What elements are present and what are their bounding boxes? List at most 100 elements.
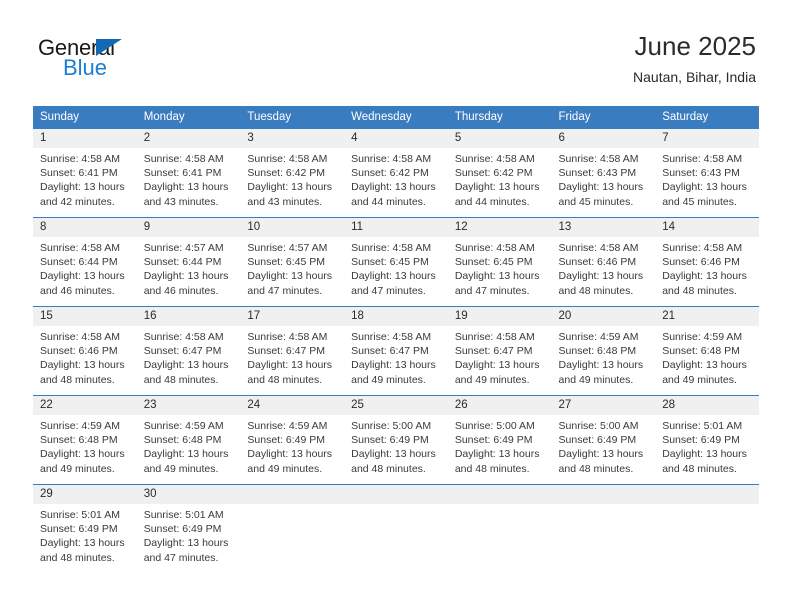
calendar-day-cell[interactable]: 30 Sunrise: 5:01 AM Sunset: 6:49 PM Dayligh… <box>136 484 241 574</box>
calendar-day-cell[interactable]: 24 Sunrise: 4:59 AM Sunset: 6:49 PM Dayligh… <box>240 395 345 485</box>
calendar-day-cell[interactable]: 3 Sunrise: 4:58 AM Sunset: 6:42 PM Daylight… <box>240 128 345 218</box>
calendar-day-cell[interactable]: 10 Sunrise: 4:57 AM Sunset: 6:45 PM Dayligh… <box>240 217 345 307</box>
calendar-day-cell[interactable]: 18 Sunrise: 4:58 AM Sunset: 6:47 PM Dayligh… <box>344 306 448 396</box>
calendar-day-cell[interactable]: 12 Sunrise: 4:58 AM Sunset: 6:45 PM Dayligh… <box>447 217 552 307</box>
daylight-text: Daylight: 13 hours and 49 minutes. <box>454 359 540 386</box>
daylight-text: Daylight: 13 hours and 44 minutes. <box>454 181 540 208</box>
day-number: 18 <box>344 307 448 326</box>
daylight-text: Daylight: 13 hours and 48 minutes. <box>143 359 229 386</box>
sunrise-text: Sunrise: 4:58 AM <box>558 242 639 254</box>
calendar-day-cell[interactable]: 5 Sunrise: 4:58 AM Sunset: 6:42 PM Daylight… <box>447 128 552 218</box>
location-subtitle: Nautan, Bihar, India <box>633 69 756 85</box>
calendar-day-cell[interactable]: 7 Sunrise: 4:58 AM Sunset: 6:43 PM Daylight… <box>655 128 759 218</box>
calendar-body: 1 Sunrise: 4:58 AM Sunset: 6:41 PM Daylight… <box>33 128 759 574</box>
calendar-day-cell[interactable]: 4 Sunrise: 4:58 AM Sunset: 6:42 PM Daylight… <box>344 128 448 218</box>
sunrise-text: Sunrise: 4:58 AM <box>351 153 432 165</box>
calendar-day-cell[interactable]: 20 Sunrise: 4:59 AM Sunset: 6:48 PM Dayligh… <box>551 306 656 396</box>
day-number <box>447 485 552 504</box>
day-number <box>240 485 345 504</box>
title-block: June 2025 Nautan, Bihar, India <box>633 30 756 86</box>
day-number: 4 <box>344 129 448 148</box>
sunset-text: Sunset: 6:41 PM <box>40 167 118 180</box>
day-sun-info: Sunrise: 5:00 AM Sunset: 6:49 PM Daylight:… <box>448 415 552 476</box>
calendar-day-cell[interactable]: 19 Sunrise: 4:58 AM Sunset: 6:47 PM Dayligh… <box>447 306 552 396</box>
daylight-text: Daylight: 13 hours and 48 minutes. <box>40 359 125 386</box>
day-number: 20 <box>551 307 656 326</box>
calendar-day-cell[interactable]: 16 Sunrise: 4:58 AM Sunset: 6:47 PM Dayligh… <box>136 306 241 396</box>
sunset-text: Sunset: 6:47 PM <box>143 345 222 358</box>
calendar-day-cell[interactable]: 13 Sunrise: 4:58 AM Sunset: 6:46 PM Dayligh… <box>551 217 656 307</box>
day-number: 21 <box>655 307 759 326</box>
daylight-text: Daylight: 13 hours and 48 minutes. <box>40 537 125 564</box>
calendar-day-cell[interactable]: 9 Sunrise: 4:57 AM Sunset: 6:44 PM Daylight… <box>136 217 241 307</box>
day-sun-info: Sunrise: 4:58 AM Sunset: 6:42 PM Daylight:… <box>344 148 448 209</box>
sunset-text: Sunset: 6:42 PM <box>351 167 429 180</box>
day-number: 8 <box>33 218 137 237</box>
calendar-day-cell[interactable]: 15 Sunrise: 4:58 AM Sunset: 6:46 PM Dayligh… <box>33 306 137 396</box>
sunset-text: Sunset: 6:47 PM <box>454 345 533 358</box>
sunrise-text: Sunrise: 4:58 AM <box>454 242 535 254</box>
sunset-text: Sunset: 6:49 PM <box>558 434 637 447</box>
day-sun-info: Sunrise: 5:00 AM Sunset: 6:49 PM Daylight:… <box>552 415 656 476</box>
daylight-text: Daylight: 13 hours and 49 minutes. <box>247 448 333 475</box>
sunset-text: Sunset: 6:49 PM <box>454 434 533 447</box>
sunrise-text: Sunrise: 4:58 AM <box>247 153 328 165</box>
sunrise-text: Sunrise: 5:01 AM <box>143 509 224 521</box>
day-sun-info: Sunrise: 4:58 AM Sunset: 6:47 PM Daylight:… <box>240 326 344 387</box>
general-blue-logo[interactable]: General Blue <box>38 36 168 86</box>
day-sun-info: Sunrise: 4:57 AM Sunset: 6:44 PM Daylight:… <box>137 237 241 298</box>
calendar-week-row: 29 Sunrise: 5:01 AM Sunset: 6:49 PM Dayligh… <box>33 484 759 574</box>
calendar-day-cell-empty <box>551 484 656 574</box>
sunset-text: Sunset: 6:48 PM <box>558 345 637 358</box>
daylight-text: Daylight: 13 hours and 47 minutes. <box>454 270 540 297</box>
daylight-text: Daylight: 13 hours and 48 minutes. <box>558 448 644 475</box>
day-sun-info: Sunrise: 4:58 AM Sunset: 6:45 PM Daylight:… <box>448 237 552 298</box>
daylight-text: Daylight: 13 hours and 42 minutes. <box>40 181 125 208</box>
calendar-day-cell[interactable]: 21 Sunrise: 4:59 AM Sunset: 6:48 PM Dayligh… <box>655 306 759 396</box>
sunset-text: Sunset: 6:49 PM <box>247 434 326 447</box>
calendar-day-cell[interactable]: 2 Sunrise: 4:58 AM Sunset: 6:41 PM Daylight… <box>136 128 241 218</box>
daylight-text: Daylight: 13 hours and 48 minutes. <box>351 448 436 475</box>
day-sun-info: Sunrise: 4:59 AM Sunset: 6:48 PM Daylight:… <box>137 415 241 476</box>
sunrise-text: Sunrise: 4:59 AM <box>143 420 224 432</box>
calendar-day-cell[interactable]: 11 Sunrise: 4:58 AM Sunset: 6:45 PM Dayligh… <box>344 217 448 307</box>
sunset-text: Sunset: 6:43 PM <box>662 167 740 180</box>
daylight-text: Daylight: 13 hours and 44 minutes. <box>351 181 436 208</box>
day-number: 17 <box>240 307 345 326</box>
page-header: General Blue June 2025 Nautan, Bihar, In… <box>0 0 792 100</box>
day-number <box>344 485 448 504</box>
calendar-week-row: 1 Sunrise: 4:58 AM Sunset: 6:41 PM Daylight… <box>33 128 759 218</box>
logo-triangle-icon <box>96 39 122 56</box>
day-number: 16 <box>136 307 241 326</box>
calendar-day-cell[interactable]: 25 Sunrise: 5:00 AM Sunset: 6:49 PM Dayligh… <box>344 395 448 485</box>
sunrise-text: Sunrise: 4:59 AM <box>40 420 120 432</box>
calendar-day-cell[interactable]: 14 Sunrise: 4:58 AM Sunset: 6:46 PM Dayligh… <box>655 217 759 307</box>
calendar-day-cell[interactable]: 27 Sunrise: 5:00 AM Sunset: 6:49 PM Dayligh… <box>551 395 656 485</box>
calendar-day-cell[interactable]: 1 Sunrise: 4:58 AM Sunset: 6:41 PM Daylight… <box>33 128 137 218</box>
weekday-header-tuesday: Tuesday <box>240 106 345 129</box>
sunrise-text: Sunrise: 4:58 AM <box>662 153 743 165</box>
daylight-text: Daylight: 13 hours and 46 minutes. <box>143 270 229 297</box>
calendar-day-cell[interactable]: 26 Sunrise: 5:00 AM Sunset: 6:49 PM Dayligh… <box>447 395 552 485</box>
day-number: 7 <box>655 129 759 148</box>
day-number: 26 <box>447 396 552 415</box>
day-sun-info: Sunrise: 4:58 AM Sunset: 6:46 PM Daylight:… <box>655 237 759 298</box>
calendar-day-cell[interactable]: 29 Sunrise: 5:01 AM Sunset: 6:49 PM Dayligh… <box>33 484 137 574</box>
day-sun-info: Sunrise: 4:58 AM Sunset: 6:47 PM Daylight:… <box>137 326 241 387</box>
calendar-day-cell[interactable]: 22 Sunrise: 4:59 AM Sunset: 6:48 PM Dayligh… <box>33 395 137 485</box>
sunrise-text: Sunrise: 5:01 AM <box>40 509 120 521</box>
sunrise-text: Sunrise: 4:58 AM <box>247 331 328 343</box>
daylight-text: Daylight: 13 hours and 48 minutes. <box>454 448 540 475</box>
calendar-day-cell[interactable]: 17 Sunrise: 4:58 AM Sunset: 6:47 PM Dayligh… <box>240 306 345 396</box>
day-sun-info: Sunrise: 4:58 AM Sunset: 6:47 PM Daylight:… <box>448 326 552 387</box>
sunrise-text: Sunrise: 4:58 AM <box>40 153 120 165</box>
sunset-text: Sunset: 6:46 PM <box>40 345 118 358</box>
calendar-day-cell[interactable]: 6 Sunrise: 4:58 AM Sunset: 6:43 PM Daylight… <box>551 128 656 218</box>
calendar-day-cell[interactable]: 8 Sunrise: 4:58 AM Sunset: 6:44 PM Daylight… <box>33 217 137 307</box>
sunset-text: Sunset: 6:43 PM <box>558 167 637 180</box>
day-sun-info: Sunrise: 4:58 AM Sunset: 6:43 PM Daylight:… <box>552 148 656 209</box>
calendar-day-cell[interactable]: 23 Sunrise: 4:59 AM Sunset: 6:48 PM Dayligh… <box>136 395 241 485</box>
calendar-day-cell[interactable]: 28 Sunrise: 5:01 AM Sunset: 6:49 PM Dayligh… <box>655 395 759 485</box>
day-sun-info: Sunrise: 4:59 AM Sunset: 6:49 PM Daylight:… <box>240 415 344 476</box>
sunset-text: Sunset: 6:42 PM <box>454 167 533 180</box>
